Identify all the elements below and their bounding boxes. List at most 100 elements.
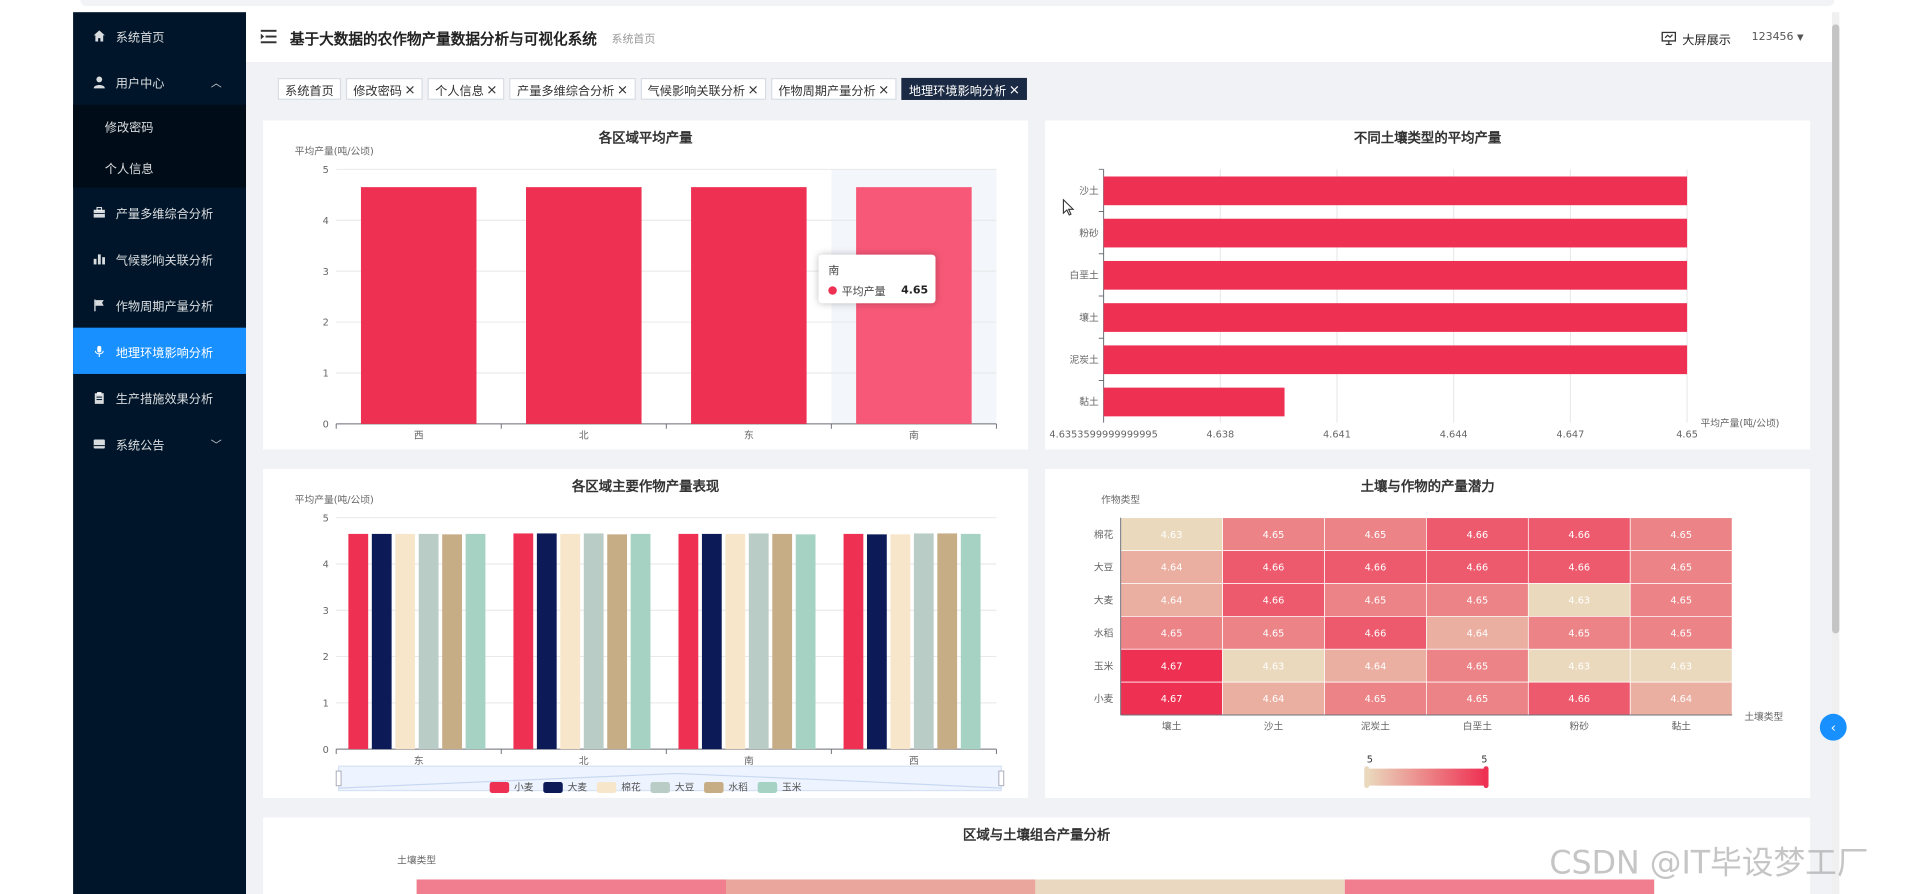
- sidebar-item-home[interactable]: 系统首页: [73, 12, 246, 58]
- heatmap-cell-label: 4.65: [1263, 628, 1285, 639]
- heatmap-cell-label: 4.65: [1365, 694, 1387, 705]
- soil-avg-chart[interactable]: 4.6353599999999995 4.638 4.641 4.644 4.647 4.…: [1045, 121, 1810, 450]
- username: 123456: [1751, 31, 1794, 44]
- datazoom-handle-right: [998, 770, 1005, 787]
- y-tick-label: 1: [323, 699, 329, 710]
- heatmap-cell-label: 4.67: [1161, 661, 1183, 672]
- submenu-item-personal-info[interactable]: 个人信息: [73, 146, 246, 187]
- menu-toggle-icon[interactable]: [260, 29, 277, 44]
- close-icon[interactable]: ×: [486, 82, 497, 95]
- sidebar-item-geo-analysis[interactable]: 地理环境影响分析: [73, 327, 247, 374]
- heatmap-cell-label: 4.63: [1161, 530, 1183, 541]
- legend-item[interactable]: 棉花: [596, 781, 641, 794]
- briefcase-icon: [91, 205, 106, 220]
- tag-label: 地理环境影响分析: [908, 84, 1007, 99]
- y-tick-label: 小麦: [1094, 693, 1114, 705]
- sidebar-item-label: 系统首页: [115, 31, 165, 45]
- sidebar-item-user-center[interactable]: 用户中心 ︿: [73, 58, 246, 104]
- big-screen-button[interactable]: 大屏展示: [1661, 29, 1731, 48]
- heatmap-cell[interactable]: [1035, 879, 1345, 894]
- datazoom-handle-left: [335, 770, 342, 787]
- tag-geo-analysis[interactable]: 地理环境影响分析 ×: [901, 77, 1028, 100]
- x-tick-label: 东: [744, 429, 754, 442]
- drive-icon: [91, 436, 106, 451]
- heatmap-cell-label: 4.66: [1365, 563, 1387, 574]
- bar: [348, 533, 369, 750]
- sidebar-item-label: 产量多维综合分析: [115, 207, 214, 222]
- heatmap-cell-label: 4.66: [1467, 530, 1489, 541]
- legend-item[interactable]: 玉米: [757, 781, 802, 794]
- visual-map-handle-max[interactable]: [1483, 766, 1489, 789]
- legend-item[interactable]: 大豆: [650, 781, 694, 794]
- y-tick-label: 3: [323, 267, 329, 278]
- sidebar-item-climate-analysis[interactable]: 气候影响关联分析: [73, 235, 246, 281]
- heatmap-cell[interactable]: [725, 879, 1036, 894]
- sidebar-item-measures-analysis[interactable]: 生产措施效果分析: [73, 374, 246, 420]
- bar: [772, 533, 793, 750]
- legend-item[interactable]: 大麦: [543, 781, 587, 794]
- tooltip-series-dot: [828, 286, 837, 295]
- x-tick-label: 西: [414, 431, 424, 442]
- tag-home[interactable]: 系统首页: [277, 77, 342, 100]
- bar: [1103, 303, 1688, 332]
- tag-yield-analysis[interactable]: 产量多维综合分析 ×: [509, 77, 636, 100]
- chart-card-soil-avg: 不同土壤类型的平均产量 4.6353599999999995 4.638 4.641…: [1045, 120, 1811, 450]
- legend-item[interactable]: 水稻: [704, 781, 748, 794]
- heatmap-cell-label: 4.66: [1365, 628, 1387, 639]
- tag-personal-info[interactable]: 个人信息 ×: [427, 77, 505, 100]
- bar: [748, 533, 769, 750]
- y-tick-label: 2: [323, 318, 329, 329]
- y-tick-label: 白垩土: [1070, 269, 1099, 282]
- legend-label: 棉花: [621, 782, 641, 793]
- x-tick-label: 北: [579, 755, 589, 767]
- bar: [395, 533, 416, 750]
- x-tick-label: 4.6353599999999995: [1049, 429, 1157, 440]
- chart-tooltip: 南 平均产量 4.65: [818, 254, 936, 304]
- x-tick-label: 南: [909, 429, 919, 442]
- close-icon[interactable]: ×: [617, 82, 628, 95]
- browser-top-strip: [0, 0, 1910, 13]
- heatmap-cell-label: 4.63: [1670, 661, 1692, 672]
- tooltip-series: 平均产量: [841, 286, 886, 299]
- legend-item[interactable]: 小麦: [489, 781, 534, 794]
- user-dropdown[interactable]: 123456 ▼: [1752, 32, 1804, 44]
- sidebar-item-yield-analysis[interactable]: 产量多维综合分析: [73, 189, 246, 235]
- sidebar-item-label: 生产措施效果分析: [115, 392, 214, 407]
- close-icon[interactable]: ×: [748, 82, 759, 95]
- soil-crop-heatmap[interactable]: 作物类型土壤类型 4.63 4.65 4.65 4.66 4.66 4.65 棉花 4.64 4.…: [1045, 469, 1810, 798]
- sidebar-item-announcement[interactable]: 系统公告 ﹀: [73, 420, 246, 466]
- tag-cycle-analysis[interactable]: 作物周期产量分析 ×: [770, 77, 897, 100]
- sidebar-item-cycle-analysis[interactable]: 作物周期产量分析: [73, 281, 246, 327]
- system-title: 基于大数据的农作物产量数据分析与可视化系统: [289, 30, 597, 48]
- heatmap-cell-label: 4.67: [1161, 694, 1183, 705]
- y-tick-label: 2: [323, 652, 329, 663]
- tag-change-password[interactable]: 修改密码 ×: [345, 77, 423, 100]
- breadcrumb[interactable]: 系统首页: [611, 30, 655, 46]
- heatmap-cell-label: 4.65: [1467, 596, 1489, 607]
- x-tick-label: 泥炭土: [1361, 720, 1390, 733]
- close-icon[interactable]: ×: [404, 82, 415, 95]
- tag-label: 作物周期产量分析: [778, 84, 876, 99]
- collapse-panel-button[interactable]: ‹: [1819, 713, 1847, 741]
- y-tick-label: 4: [323, 560, 329, 571]
- tag-climate-analysis[interactable]: 气候影响关联分析 ×: [640, 77, 767, 100]
- heatmap-cell-label: 4.65: [1670, 628, 1692, 639]
- caret-down-icon: ▼: [1796, 32, 1804, 43]
- submenu-item-change-password[interactable]: 修改密码: [73, 105, 246, 146]
- submenu-label: 个人信息: [104, 162, 154, 177]
- screen-icon: [1661, 31, 1677, 46]
- sidebar-item-label: 作物周期产量分析: [115, 300, 214, 314]
- close-icon[interactable]: ×: [1009, 82, 1020, 95]
- region-crop-chart[interactable]: 平均产量(吨/公顷) 0 1 2 3 4 5 东 北 南 西: [263, 469, 1028, 798]
- heatmap-cell-label: 4.65: [1365, 530, 1387, 541]
- bar: [1103, 218, 1688, 248]
- close-icon[interactable]: ×: [878, 82, 889, 95]
- visual-map-handle-min[interactable]: [1364, 766, 1370, 789]
- scrollbar-thumb[interactable]: [1832, 24, 1840, 634]
- heatmap-cell[interactable]: [416, 879, 726, 894]
- bar: [536, 533, 557, 750]
- heatmap-cell-label: 4.64: [1670, 694, 1692, 705]
- chevron-down-icon: ﹀: [210, 439, 222, 452]
- chart-card-soil-crop-heatmap: 土壤与作物的产量潜力 作物类型 土壤类型 4.63 4.65 4.65 4.66 4.66 4…: [1045, 468, 1811, 798]
- bar: [442, 534, 462, 750]
